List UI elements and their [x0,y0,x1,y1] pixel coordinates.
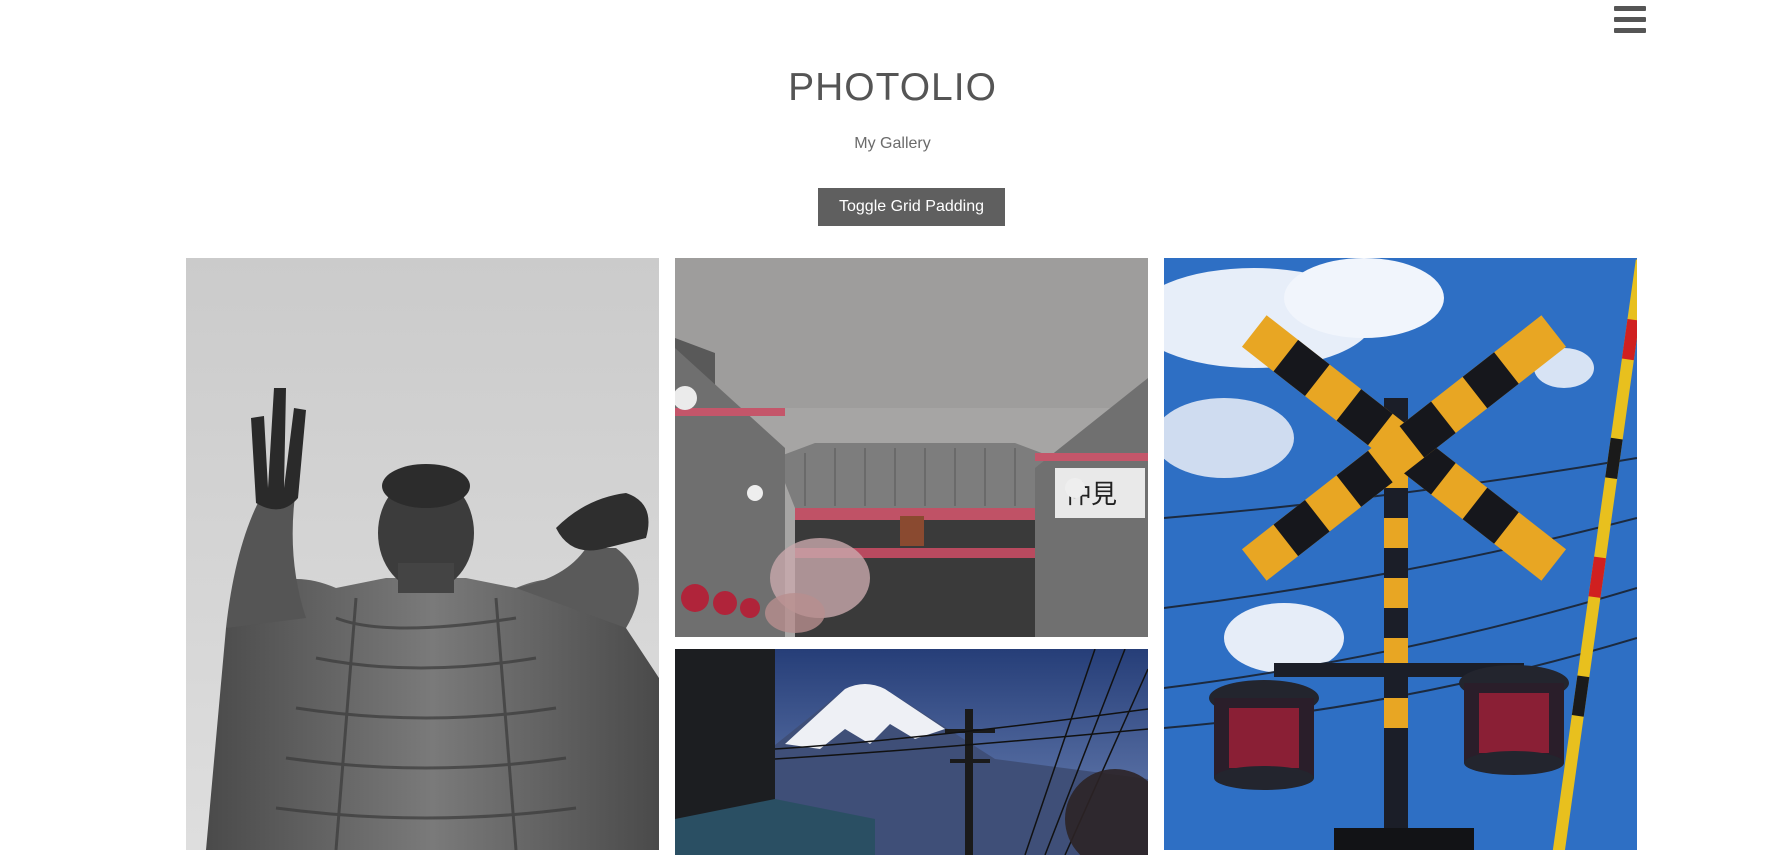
buddha-statue-image [186,258,659,850]
railroad-crossing-image [1164,258,1637,850]
site-title: PHOTOLIO [788,66,997,109]
menu-bar [1614,28,1646,33]
menu-bar [1614,6,1646,11]
hamburger-menu-icon[interactable] [1614,6,1646,34]
gallery-photo-temple[interactable]: 仲見 [675,258,1148,637]
mount-fuji-image [675,649,1148,855]
toggle-grid-padding-button[interactable]: Toggle Grid Padding [818,188,1005,226]
menu-bar [1614,17,1646,22]
site-subtitle: My Gallery [854,135,931,152]
gallery-photo-mount-fuji[interactable] [675,649,1148,855]
gallery-photo-buddha[interactable] [186,258,659,850]
gallery-photo-railroad-crossing[interactable] [1164,258,1637,850]
page: PHOTOLIO My Gallery Toggle Grid Padding [0,0,1785,855]
temple-gate-image: 仲見 [675,258,1148,637]
